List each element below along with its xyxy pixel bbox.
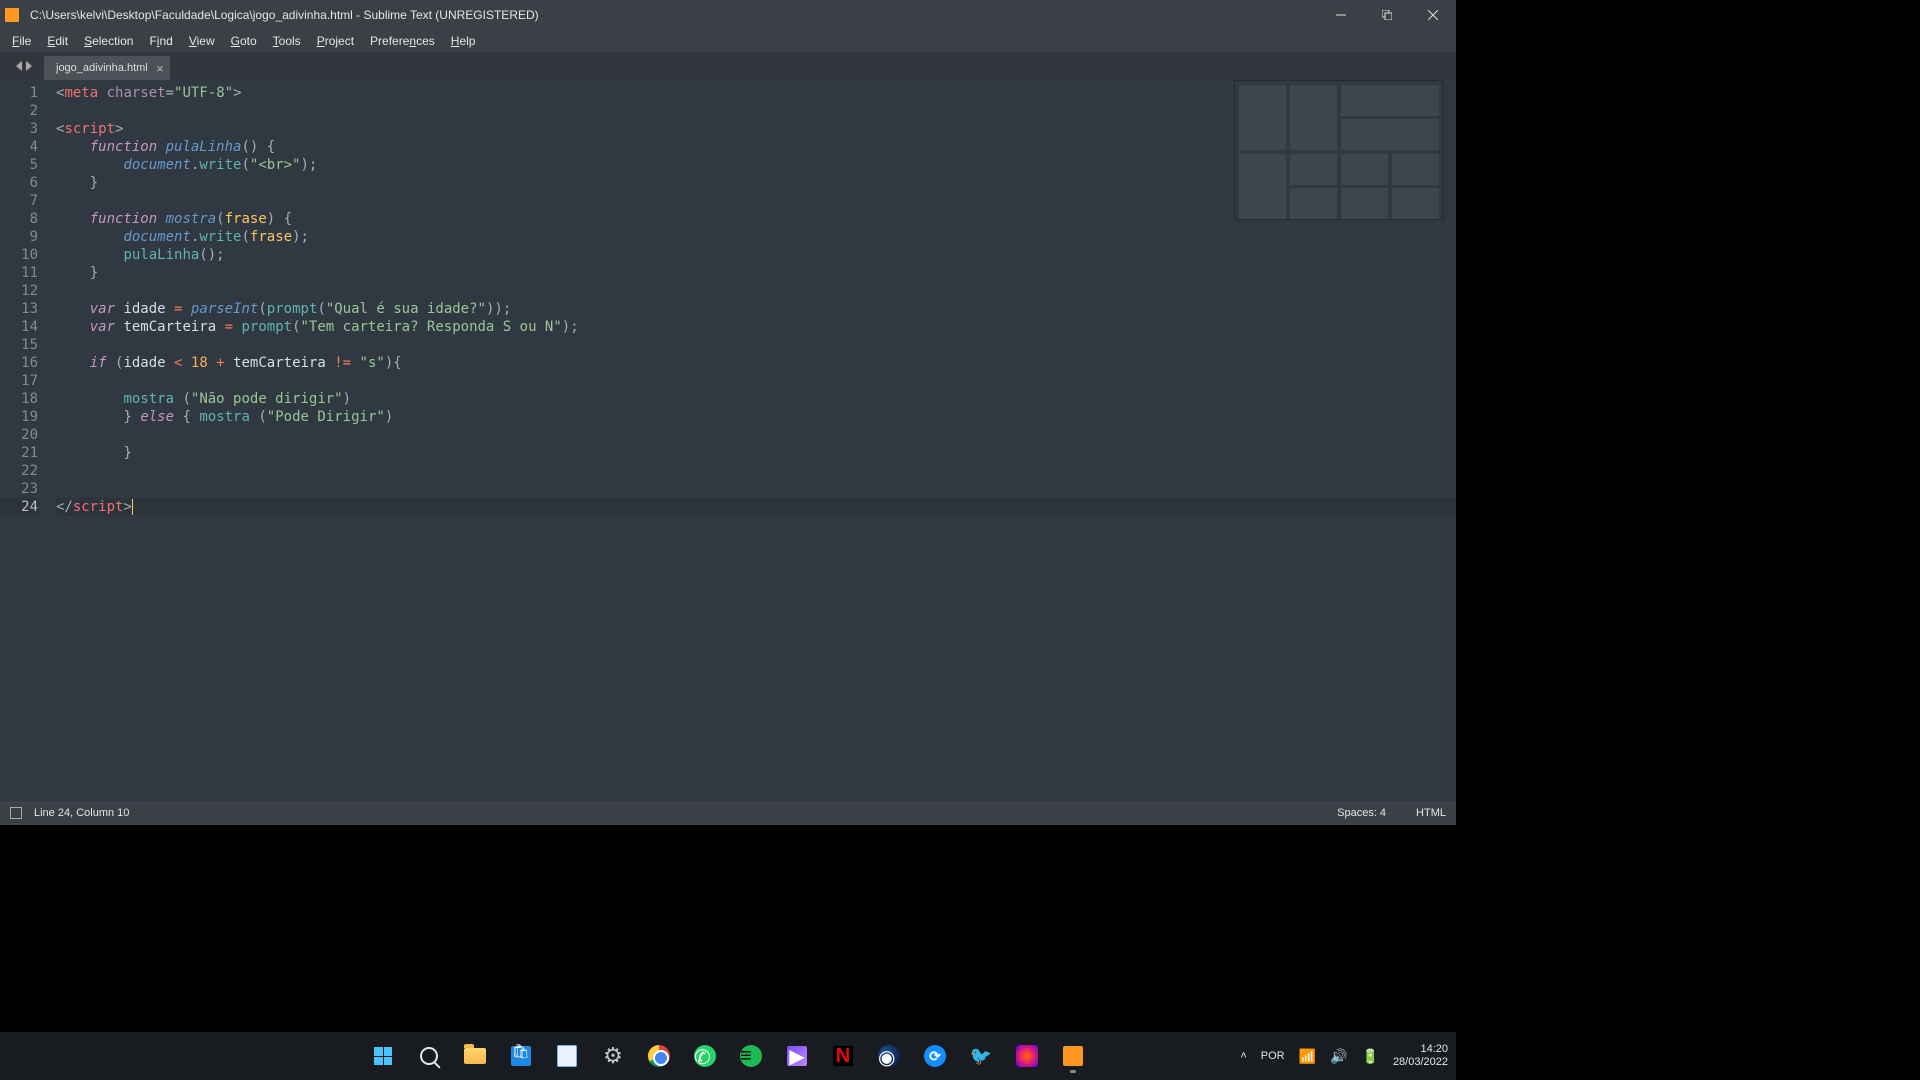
filmora-icon[interactable]: ▶ <box>778 1037 816 1075</box>
menu-help[interactable]: Help <box>443 32 484 50</box>
menu-find[interactable]: Find <box>141 32 180 50</box>
battlenet-icon[interactable]: ⟳ <box>916 1037 954 1075</box>
start-button[interactable] <box>364 1037 402 1075</box>
menu-preferences[interactable]: Preferences <box>362 32 443 50</box>
menu-project[interactable]: Project <box>309 32 362 50</box>
steam-icon[interactable]: ◉ <box>870 1037 908 1075</box>
menu-goto[interactable]: Goto <box>223 32 265 50</box>
tab-nav-arrows[interactable] <box>4 61 44 71</box>
tab-label: jogo_adivinha.html <box>56 62 148 74</box>
menu-selection[interactable]: Selection <box>76 32 141 50</box>
close-button[interactable] <box>1410 0 1456 30</box>
status-spaces[interactable]: Spaces: 4 <box>1337 807 1386 819</box>
sublime-icon[interactable] <box>1054 1037 1092 1075</box>
whatsapp-icon[interactable]: ✆ <box>686 1037 724 1075</box>
davinci-icon[interactable] <box>1008 1037 1046 1075</box>
search-icon[interactable] <box>410 1037 448 1075</box>
explorer-icon[interactable] <box>456 1037 494 1075</box>
minimap[interactable] <box>1234 80 1444 220</box>
status-panel-icon[interactable] <box>10 807 22 819</box>
tab-active[interactable]: jogo_adivinha.html × <box>44 56 170 80</box>
menubar[interactable]: File Edit Selection Find View Goto Tools… <box>0 30 1456 52</box>
store-icon[interactable] <box>502 1037 540 1075</box>
menu-edit[interactable]: Edit <box>39 32 76 50</box>
gutter: 123456789101112131415161718192021222324 <box>0 80 50 801</box>
statusbar: Line 24, Column 10 Spaces: 4 HTML <box>0 801 1456 825</box>
menu-file[interactable]: File <box>4 32 39 50</box>
battery-icon[interactable]: 🔋 <box>1362 1048 1379 1065</box>
taskbar[interactable]: ⚙ ✆ ≡ ▶ N ◉ ⟳ 🐦 ˄ POR 📶 🔊 🔋 14:20 28/03/… <box>0 1032 1456 1080</box>
window-title: C:\Users\kelvi\Desktop\Faculdade\Logica\… <box>24 8 1318 22</box>
status-position[interactable]: Line 24, Column 10 <box>34 807 129 819</box>
app-icon <box>0 8 24 22</box>
menu-tools[interactable]: Tools <box>265 32 309 50</box>
wifi-icon[interactable]: 📶 <box>1299 1048 1316 1065</box>
speaker-icon[interactable]: 🔊 <box>1330 1048 1347 1065</box>
tabbar: jogo_adivinha.html × <box>0 52 1456 80</box>
app-icon-2[interactable]: 🐦 <box>962 1037 1000 1075</box>
tray-language[interactable]: POR <box>1261 1050 1285 1062</box>
systray[interactable]: ˄ POR 📶 🔊 🔋 14:20 28/03/2022 <box>1240 1043 1448 1069</box>
status-syntax[interactable]: HTML <box>1416 807 1446 819</box>
tab-close-icon[interactable]: × <box>156 61 164 76</box>
minimize-button[interactable] <box>1318 0 1364 30</box>
titlebar[interactable]: C:\Users\kelvi\Desktop\Faculdade\Logica\… <box>0 0 1456 30</box>
clock[interactable]: 14:20 28/03/2022 <box>1393 1043 1448 1069</box>
application-window: C:\Users\kelvi\Desktop\Faculdade\Logica\… <box>0 0 1456 825</box>
tray-chevron-icon[interactable]: ˄ <box>1240 1050 1246 1062</box>
menu-view[interactable]: View <box>181 32 223 50</box>
settings-icon[interactable]: ⚙ <box>594 1037 632 1075</box>
maximize-button[interactable] <box>1364 0 1410 30</box>
chrome-icon[interactable] <box>640 1037 678 1075</box>
calculator-icon[interactable] <box>548 1037 586 1075</box>
spotify-icon[interactable]: ≡ <box>732 1037 770 1075</box>
netflix-icon[interactable]: N <box>824 1037 862 1075</box>
editor[interactable]: 123456789101112131415161718192021222324 … <box>0 80 1456 801</box>
